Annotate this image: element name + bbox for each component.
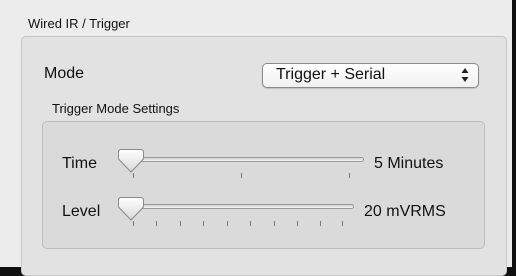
tick	[180, 221, 181, 226]
up-down-arrows-icon	[461, 68, 469, 82]
mode-selected-value: Trigger + Serial	[276, 66, 386, 83]
tick	[320, 221, 321, 226]
tick	[349, 173, 350, 178]
tick	[274, 221, 275, 226]
time-label: Time	[62, 155, 97, 172]
tick	[156, 221, 157, 226]
group-title: Wired IR / Trigger	[28, 16, 130, 31]
tick	[227, 221, 228, 226]
mode-label: Mode	[44, 65, 85, 82]
time-slider-ticks	[120, 173, 364, 181]
tick	[250, 221, 251, 226]
mode-popup-button[interactable]: Trigger + Serial	[262, 63, 479, 88]
level-slider-ticks	[120, 221, 354, 229]
tick	[241, 173, 242, 178]
tick	[342, 221, 343, 226]
time-slider-knob[interactable]	[117, 148, 145, 174]
time-value: 5 Minutes	[374, 155, 444, 172]
tick	[297, 221, 298, 226]
level-slider-track[interactable]	[120, 204, 354, 209]
time-slider-track[interactable]	[120, 157, 364, 162]
trigger-mode-settings-title: Trigger Mode Settings	[52, 101, 180, 116]
level-slider-knob[interactable]	[117, 196, 145, 222]
level-value: 20 mVRMS	[364, 203, 446, 220]
level-label: Level	[62, 203, 101, 220]
settings-window: Wired IR / Trigger Mode Trigger + Serial…	[0, 0, 514, 276]
tick	[203, 221, 204, 226]
trigger-mode-settings-group	[42, 121, 485, 249]
